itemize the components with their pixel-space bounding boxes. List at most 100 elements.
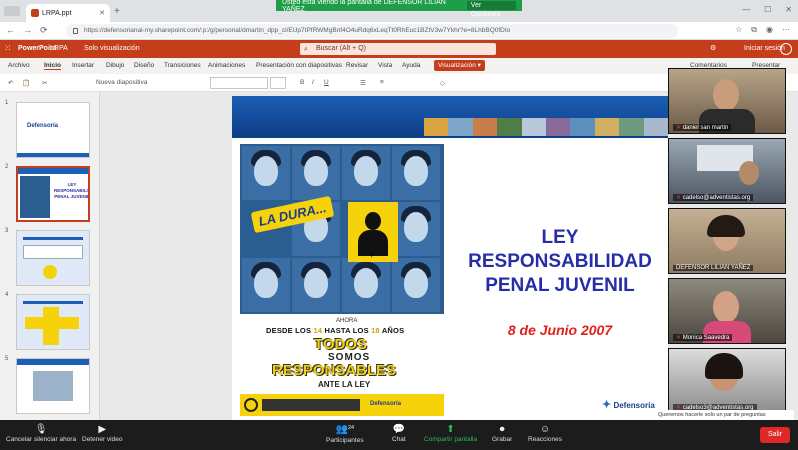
- tab-insertar[interactable]: Insertar: [72, 62, 94, 69]
- search-box[interactable]: ⌕ Buscar (Alt + Q): [300, 43, 496, 55]
- thumbnail-cross-h: [25, 317, 79, 329]
- refresh-icon[interactable]: ⟳: [40, 25, 48, 36]
- slide-thumbnail[interactable]: [16, 358, 90, 414]
- maximize-icon[interactable]: ☐: [764, 5, 771, 14]
- mute-label: Cancelar silenciar ahora: [6, 436, 77, 443]
- shapes-icon[interactable]: ◇: [440, 79, 445, 87]
- ahora-text: AHORA: [336, 318, 358, 324]
- tab-transiciones[interactable]: Transiciones: [164, 62, 201, 69]
- view-mode-button[interactable]: Visualización ▾: [434, 60, 485, 71]
- document-name[interactable]: LRPA: [50, 45, 68, 52]
- tab-revisar[interactable]: Revisar: [346, 62, 368, 69]
- app-launcher-icon[interactable]: ⁙: [4, 44, 12, 53]
- font-family-select[interactable]: [210, 77, 268, 89]
- thumbnail-number: 4: [5, 292, 9, 298]
- tab-archivo[interactable]: Archivo: [8, 62, 30, 69]
- tab-diseno[interactable]: Diseño: [134, 62, 154, 69]
- thumbnail-box: [23, 245, 83, 259]
- profile-icon[interactable]: ◉: [766, 25, 773, 35]
- slide-thumbnail[interactable]: [16, 294, 90, 350]
- footer-text-block: [262, 399, 360, 411]
- mute-button[interactable]: 🎙 Cancelar silenciar ahora: [6, 424, 76, 443]
- participant-tile[interactable]: ✕ Monica Saavedra: [668, 278, 786, 344]
- age-text: DESDE LOS: [266, 326, 314, 335]
- lock-icon: [73, 28, 78, 34]
- participant-tile[interactable]: DEFENSOR LILIAN YAÑEZ: [668, 208, 786, 274]
- face-photo: [392, 146, 440, 200]
- back-icon[interactable]: ←: [6, 25, 15, 36]
- browser-tab[interactable]: LRPA.ppt ✕: [26, 4, 110, 22]
- thumbnail-title: LEY RESPONSABILIDAD PENAL JUVENIL: [54, 182, 90, 200]
- minimize-icon[interactable]: —: [742, 5, 750, 14]
- powerpoint-icon: [31, 9, 39, 17]
- reactions-icon: ☺: [539, 424, 551, 435]
- slide-footer-strip: Defensoría: [240, 394, 444, 416]
- slide-thumbnail-selected[interactable]: LEY RESPONSABILIDAD PENAL JUVENIL: [16, 166, 90, 222]
- align-icon[interactable]: ≡: [380, 79, 384, 86]
- chat-preview-bubble[interactable]: Queremos hacerle solo un par de pregunta…: [654, 410, 794, 420]
- slide-thumbnail[interactable]: [16, 230, 90, 286]
- stop-video-button[interactable]: ▶ Detener video: [82, 424, 122, 443]
- close-tab-icon[interactable]: ✕: [99, 9, 105, 17]
- record-button[interactable]: ⏺ Grabar: [492, 424, 512, 443]
- reactions-button[interactable]: ☺ Reacciones: [528, 424, 562, 443]
- age-range-text: DESDE LOS 14 HASTA LOS 18 AÑOS: [266, 326, 404, 335]
- underline-icon[interactable]: U: [324, 79, 329, 86]
- powerpoint-header: ⁙ PowerPoint LRPA Solo visualización ⌕ B…: [0, 40, 798, 58]
- bullets-icon[interactable]: ☰: [360, 79, 366, 87]
- italic-icon[interactable]: I: [312, 79, 314, 86]
- participants-count: 24: [347, 425, 355, 431]
- extensions-icon[interactable]: ⧉: [751, 25, 757, 35]
- share-screen-button[interactable]: ⬆ Compartir pantalla: [424, 424, 477, 443]
- tab-actions-button[interactable]: [4, 6, 20, 16]
- thumbnail-photo: [20, 176, 50, 218]
- close-window-icon[interactable]: ✕: [785, 5, 792, 14]
- settings-icon[interactable]: ⚙: [710, 44, 716, 52]
- participant-tile[interactable]: ✕ cadelso3@adventistas.org: [668, 348, 786, 414]
- font-size-select[interactable]: [270, 77, 286, 89]
- menu-icon[interactable]: ⋯: [782, 25, 790, 35]
- thumbnail-photo: [33, 371, 73, 401]
- view-options-button[interactable]: Ver Opciones: [466, 1, 516, 18]
- thumbnail-title-line: PENAL JUVENIL: [54, 194, 90, 199]
- tab-ayuda[interactable]: Ayuda: [402, 62, 420, 69]
- format-painter-icon[interactable]: ✂: [42, 79, 47, 87]
- tab-presentacion[interactable]: Presentación con diapositivas: [256, 62, 342, 69]
- thumbnail-number: 1: [5, 100, 9, 106]
- bold-icon[interactable]: B: [300, 79, 304, 86]
- defensoria-logo-text: Defensoría: [613, 401, 655, 410]
- undo-icon[interactable]: ↶: [8, 79, 13, 87]
- url-field[interactable]: https://defensorianal-my.sharepoint.com/…: [66, 24, 678, 38]
- silhouette-figure: ?: [348, 202, 398, 262]
- new-slide-button[interactable]: Nueva diapositiva: [96, 79, 147, 86]
- footer-logo: Defensoría: [370, 401, 402, 407]
- participant-tile[interactable]: ✕ cadelso@adventistas.org: [668, 138, 786, 204]
- paste-icon[interactable]: 📋: [22, 79, 30, 87]
- view-mode-button-label: Visualización: [438, 62, 476, 69]
- sign-in-link[interactable]: Iniciar sesión: [744, 45, 785, 52]
- tab-inicio[interactable]: Inicio: [44, 62, 61, 70]
- participant-name-text: DEFENSOR LILIAN YAÑEZ: [676, 265, 751, 271]
- nav-buttons: ← → ⟳: [6, 25, 48, 36]
- defensoria-logo: ✦ Defensoría: [602, 398, 655, 411]
- face-photo: [242, 258, 290, 312]
- forward-icon[interactable]: →: [23, 25, 32, 36]
- window-controls: — ☐ ✕: [742, 5, 792, 14]
- tab-vista[interactable]: Vista: [378, 62, 392, 69]
- star-icon[interactable]: ☆: [735, 25, 742, 35]
- slide-title: LEY RESPONSABILIDAD PENAL JUVENIL: [452, 226, 668, 298]
- slide-thumbnail[interactable]: Defensoría: [16, 102, 90, 158]
- account-avatar[interactable]: [780, 43, 792, 55]
- thumbnail-logo: Defensoría: [27, 123, 59, 129]
- tab-dibujo[interactable]: Dibujo: [106, 62, 124, 69]
- face-photo: [292, 258, 340, 312]
- participants-button[interactable]: 👥24 Participantes: [326, 424, 364, 444]
- chat-button[interactable]: 💬 Chat: [392, 424, 406, 443]
- share-label: Compartir pantalla: [424, 436, 478, 443]
- muted-mic-icon: ✕: [676, 195, 682, 201]
- participant-tile[interactable]: ✕ daniel san martin: [668, 68, 786, 134]
- tab-animaciones[interactable]: Animaciones: [208, 62, 245, 69]
- new-tab-icon[interactable]: +: [114, 6, 120, 17]
- url-text: https://defensorianal-my.sharepoint.com/…: [84, 27, 511, 34]
- leave-button[interactable]: Salir: [760, 427, 790, 443]
